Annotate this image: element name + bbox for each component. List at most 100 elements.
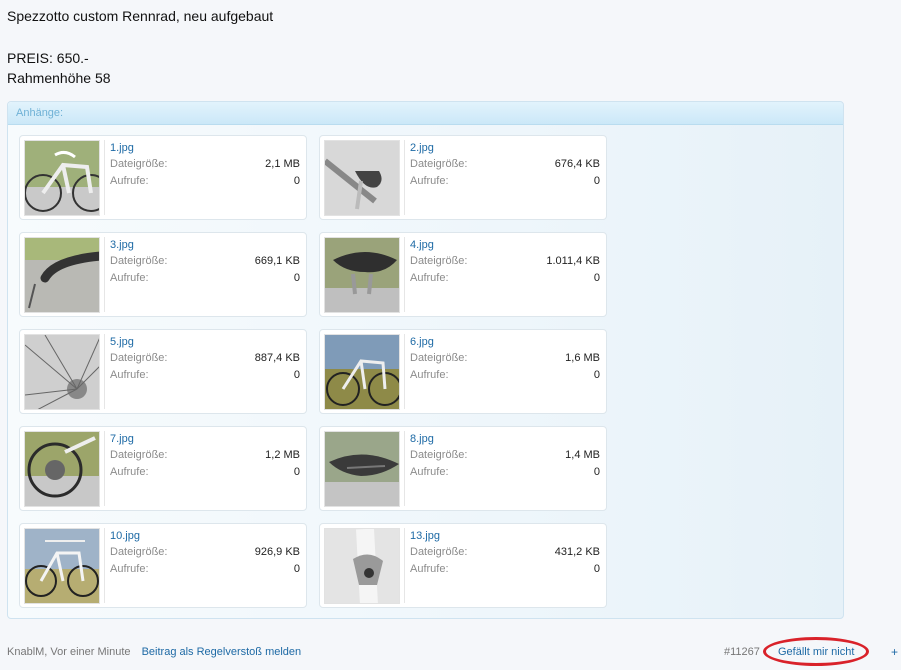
attachment-views-row: Aufrufe: 0 [410,563,600,575]
attachment-size-row: Dateigröße: 431,2 KB [410,546,600,558]
attachment-filename-link[interactable]: 4.jpg [410,239,434,251]
views-value: 0 [293,175,300,187]
size-label: Dateigröße: [410,158,468,170]
size-label: Dateigröße: [110,546,168,558]
size-value: 1.011,4 KB [546,255,600,267]
attachment-views-row: Aufrufe: 0 [110,369,300,381]
size-label: Dateigröße: [110,255,168,267]
attachment-thumbnail[interactable] [24,237,100,313]
attachment-filename-link[interactable]: 6.jpg [410,336,434,348]
views-label: Aufrufe: [410,466,449,478]
attachment-thumbnail[interactable] [324,334,400,410]
size-value: 2,1 MB [265,158,300,170]
plus-icon[interactable]: + [891,645,898,659]
size-label: Dateigröße: [410,352,468,364]
views-value: 0 [593,466,600,478]
attachment-item[interactable]: 6.jpg Dateigröße: 1,6 MB Aufrufe: 0 [319,329,607,414]
attachment-size-row: Dateigröße: 676,4 KB [410,158,600,170]
post-number[interactable]: #11267 [724,646,760,658]
attachment-thumbnail[interactable] [324,528,400,604]
attachment-thumbnail[interactable] [324,431,400,507]
attachment-views-row: Aufrufe: 0 [410,369,600,381]
attachment-filename-link[interactable]: 8.jpg [410,433,434,445]
attachment-item[interactable]: 1.jpg Dateigröße: 2,1 MB Aufrufe: 0 [19,135,307,220]
attachments-panel: Anhänge: 1.jpg Dateigröße: 2,1 MB Aufrufe: 0… [7,101,844,619]
attachment-thumbnail[interactable] [24,140,100,216]
size-value: 676,4 KB [554,158,600,170]
attachment-size-row: Dateigröße: 1,2 MB [110,449,300,461]
attachment-views-row: Aufrufe: 0 [110,272,300,284]
attachment-filename-link[interactable]: 7.jpg [110,433,134,445]
views-value: 0 [293,466,300,478]
post-title: Spezzotto custom Rennrad, neu aufgebaut [7,8,274,24]
size-label: Dateigröße: [110,449,168,461]
size-value: 1,4 MB [565,449,600,461]
attachment-thumbnail[interactable] [324,237,400,313]
views-value: 0 [593,563,600,575]
divider [404,431,405,506]
post-price: PREIS: 650.- [7,50,89,66]
views-label: Aufrufe: [110,466,149,478]
attachment-size-row: Dateigröße: 669,1 KB [110,255,300,267]
attachment-thumbnail[interactable] [24,334,100,410]
views-value: 0 [293,272,300,284]
attachment-item[interactable]: 7.jpg Dateigröße: 1,2 MB Aufrufe: 0 [19,426,307,511]
post-frame-size: Rahmenhöhe 58 [7,70,111,86]
divider [104,334,105,409]
attachment-filename-link[interactable]: 1.jpg [110,142,134,154]
attachment-item[interactable]: 2.jpg Dateigröße: 676,4 KB Aufrufe: 0 [319,135,607,220]
views-label: Aufrufe: [410,175,449,187]
attachment-size-row: Dateigröße: 1,6 MB [410,352,600,364]
attachment-size-row: Dateigröße: 1,4 MB [410,449,600,461]
size-label: Dateigröße: [110,158,168,170]
views-label: Aufrufe: [410,369,449,381]
attachment-views-row: Aufrufe: 0 [410,175,600,187]
divider [404,140,405,215]
views-value: 0 [293,563,300,575]
attachment-views-row: Aufrufe: 0 [110,466,300,478]
divider [404,334,405,409]
views-label: Aufrufe: [110,175,149,187]
attachment-size-row: Dateigröße: 2,1 MB [110,158,300,170]
size-label: Dateigröße: [410,546,468,558]
attachment-filename-link[interactable]: 5.jpg [110,336,134,348]
size-value: 669,1 KB [254,255,300,267]
attachment-thumbnail[interactable] [24,431,100,507]
post-body: Spezzotto custom Rennrad, neu aufgebaut … [7,6,273,88]
attachment-item[interactable]: 5.jpg Dateigröße: 887,4 KB Aufrufe: 0 [19,329,307,414]
divider [404,528,405,603]
size-value: 1,2 MB [265,449,300,461]
attachment-views-row: Aufrufe: 0 [410,272,600,284]
attachment-item[interactable]: 10.jpg Dateigröße: 926,9 KB Aufrufe: 0 [19,523,307,608]
size-label: Dateigröße: [410,449,468,461]
attachment-filename-link[interactable]: 3.jpg [110,239,134,251]
views-label: Aufrufe: [110,563,149,575]
size-value: 1,6 MB [565,352,600,364]
size-value: 926,9 KB [254,546,300,558]
views-value: 0 [593,369,600,381]
views-label: Aufrufe: [410,272,449,284]
divider [404,237,405,312]
attachment-size-row: Dateigröße: 926,9 KB [110,546,300,558]
attachment-filename-link[interactable]: 2.jpg [410,142,434,154]
attachment-filename-link[interactable]: 13.jpg [410,530,440,542]
views-value: 0 [593,175,600,187]
attachment-item[interactable]: 13.jpg Dateigröße: 431,2 KB Aufrufe: 0 [319,523,607,608]
views-value: 0 [593,272,600,284]
attachment-thumbnail[interactable] [24,528,100,604]
attachment-item[interactable]: 4.jpg Dateigröße: 1.011,4 KB Aufrufe: 0 [319,232,607,317]
attachment-item[interactable]: 3.jpg Dateigröße: 669,1 KB Aufrufe: 0 [19,232,307,317]
attachment-size-row: Dateigröße: 887,4 KB [110,352,300,364]
size-label: Dateigröße: [410,255,468,267]
attachment-filename-link[interactable]: 10.jpg [110,530,140,542]
divider [104,528,105,603]
report-post-link[interactable]: Beitrag als Regelverstoß melden [142,646,302,658]
attachment-item[interactable]: 8.jpg Dateigröße: 1,4 MB Aufrufe: 0 [319,426,607,511]
dislike-button[interactable]: Gefällt mir nicht [778,646,854,658]
post-author-time: KnablM, Vor einer Minute [7,646,131,658]
size-value: 431,2 KB [554,546,600,558]
attachment-views-row: Aufrufe: 0 [110,563,300,575]
attachment-size-row: Dateigröße: 1.011,4 KB [410,255,600,267]
divider [104,237,105,312]
attachment-thumbnail[interactable] [324,140,400,216]
